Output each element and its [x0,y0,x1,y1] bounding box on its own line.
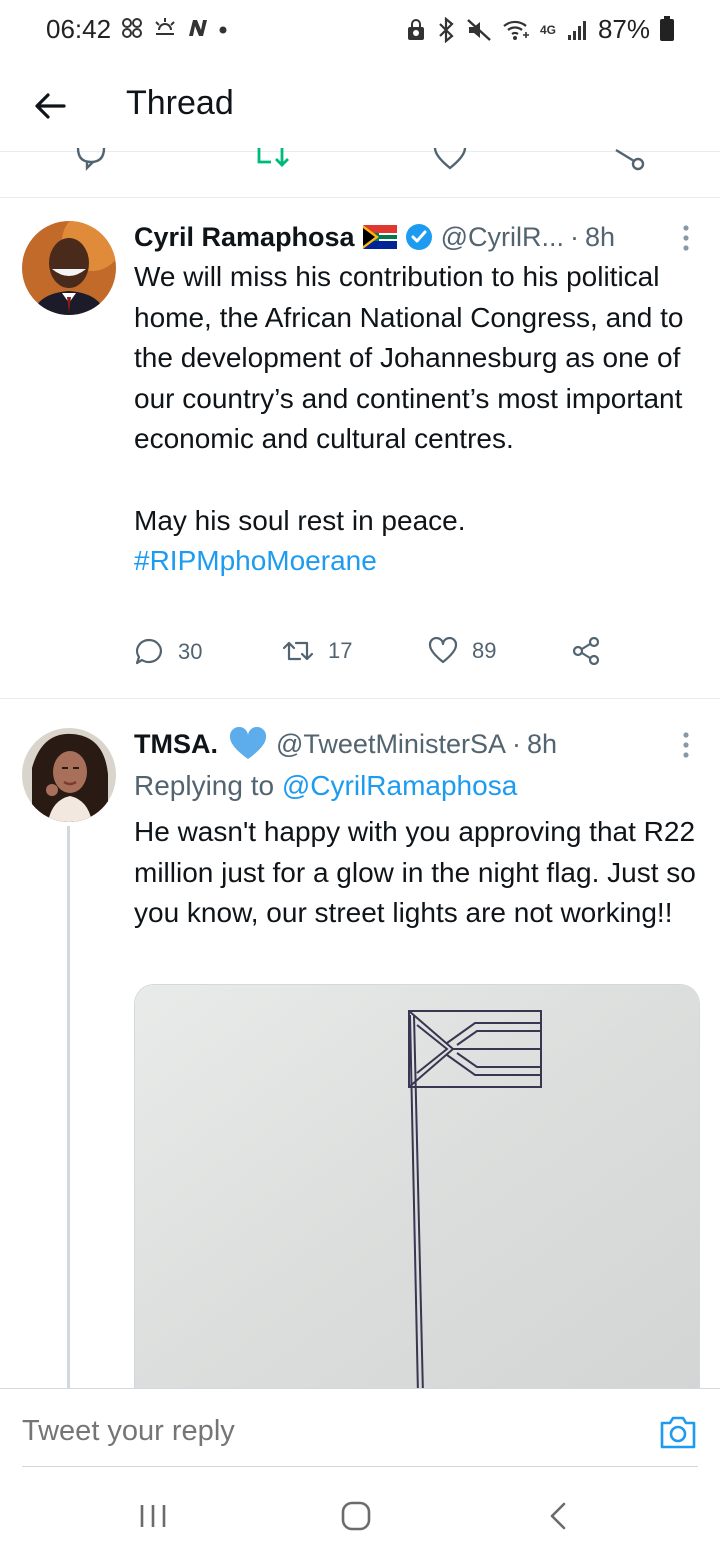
recent-apps-icon[interactable] [138,1503,168,1529]
south-africa-flag-icon [362,225,397,249]
tweet-media-image[interactable] [134,984,700,1394]
tweet-actions: 30 17 89 [134,637,614,677]
status-right-icons: 4G 87% [406,14,674,45]
share-icon[interactable] [612,148,648,172]
system-navigation-bar [0,1470,720,1560]
display-name[interactable]: TMSA. [134,729,218,760]
tweet-header: TMSA. @TweetMinisterSA · 8h [134,726,700,762]
reply-input[interactable] [22,1415,582,1448]
wifi-icon [503,20,529,40]
tweet-header: Cyril Ramaphosa @CyrilR... · 8h [134,219,700,255]
timestamp[interactable]: 8h [527,729,557,760]
more-options-icon[interactable] [682,225,690,251]
back-icon[interactable] [546,1501,570,1531]
reply-icon[interactable] [74,148,108,172]
avatar[interactable] [22,221,116,315]
share-action[interactable] [572,637,602,665]
tweet-body: We will miss his contribution to his pol… [134,257,696,582]
battery-percentage: 87% [597,14,650,44]
retweet-count: 17 [328,638,353,663]
weather-icon [155,18,175,35]
reply-count: 30 [178,639,203,664]
status-bar: 06:42 4G 87% [0,0,720,60]
heart-icon [428,637,458,664]
blue-heart-icon [229,727,267,759]
separator-dot: · [569,221,579,252]
tweet-text: We will miss his contribution to his pol… [134,261,684,536]
retweet-icon[interactable] [256,148,292,172]
arrow-left-icon[interactable] [28,84,72,128]
share-icon [572,637,600,665]
display-name[interactable]: Cyril Ramaphosa [134,222,355,253]
avatar[interactable] [22,728,116,822]
like-action[interactable]: 89 [428,637,496,665]
more-options-icon[interactable] [682,732,690,758]
flag-drawing-image [135,985,699,1394]
home-icon[interactable] [340,1500,372,1532]
thread-header: Thread [0,60,720,152]
retweet-icon [282,641,314,661]
pinwheel-icon [122,18,142,38]
avatar-image [22,728,116,822]
status-time: 06:42 [46,14,112,44]
mention-link[interactable]: @CyrilRamaphosa [282,770,517,801]
retweet-action[interactable]: 17 [282,637,352,665]
replying-to-label: Replying to [134,770,275,801]
mute-icon [467,18,491,41]
avatar-image [22,221,116,315]
handle: @CyrilR... [440,221,564,252]
previous-tweet-actions [0,148,720,198]
battery-icon [660,15,674,41]
n-app-icon [189,20,207,36]
reply-divider [22,1466,698,1467]
timestamp[interactable]: 8h [585,222,615,253]
camera-icon[interactable] [658,1413,698,1451]
thread-connector-line [67,826,70,1390]
like-icon[interactable] [432,148,468,172]
verified-badge-icon [405,224,432,250]
like-count: 89 [472,638,497,663]
page-title: Thread [126,84,234,122]
separator-dot: · [511,728,521,759]
dot-icon [219,26,227,34]
tweet[interactable]: TMSA. @TweetMinisterSA · 8h Replying to … [0,700,720,1394]
handle: @TweetMinisterSA [276,728,506,759]
reply-action[interactable]: 30 [134,637,202,667]
tweet-text: He wasn't happy with you approving that … [134,816,704,929]
hashtag-link[interactable]: #RIPMphoMoerane [134,545,377,576]
tweet[interactable]: Cyril Ramaphosa @CyrilR... · 8h We will … [0,199,720,699]
replying-to: Replying to @CyrilRamaphosa [134,770,517,802]
vpn-lock-icon [407,18,424,40]
network-type: 4G [539,22,556,37]
reply-icon [135,638,162,665]
signal-icon [567,20,586,40]
bluetooth-icon [439,16,454,43]
reply-composer [0,1388,720,1468]
status-left-icons [120,16,228,40]
